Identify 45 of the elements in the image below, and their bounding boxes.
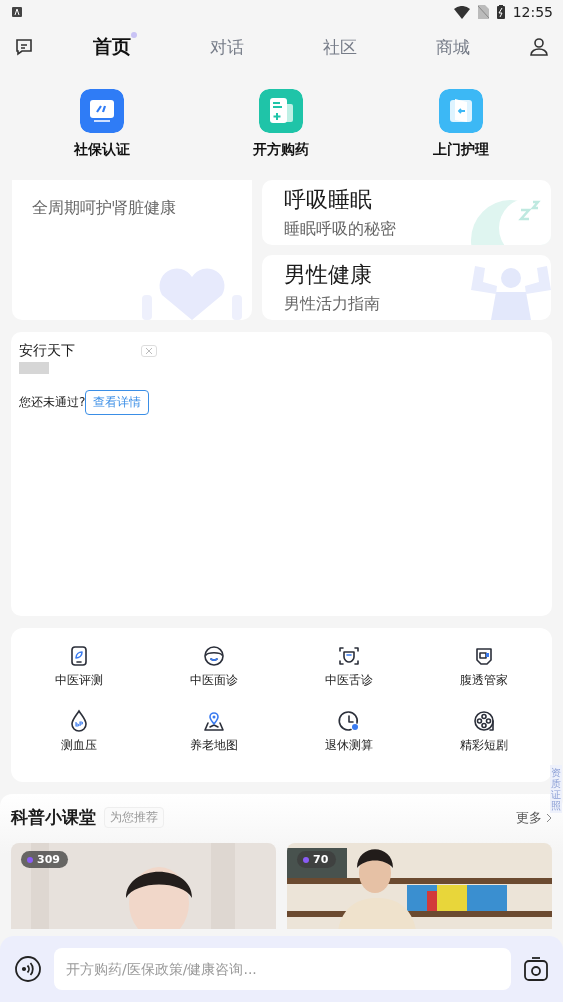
battery-icon bbox=[496, 5, 505, 19]
nav-tab[interactable]: 首页 bbox=[87, 30, 138, 64]
nav-tab[interactable]: 社区 bbox=[316, 30, 363, 64]
no-sim-icon bbox=[477, 5, 489, 19]
ad-mark-icon bbox=[19, 362, 49, 374]
service-button[interactable]: 精彩短剧 bbox=[416, 709, 552, 774]
message-icon[interactable] bbox=[14, 37, 34, 57]
shortcut-button[interactable]: 开方购药 bbox=[221, 88, 342, 160]
view-count: 309 bbox=[21, 851, 68, 868]
card-title: 男性健康 bbox=[284, 261, 373, 289]
section-title: 科普小课堂 bbox=[11, 806, 96, 829]
ad-message: 您还未通过? bbox=[19, 394, 86, 411]
recommend-tag: 为您推荐 bbox=[104, 807, 164, 828]
shortcut-button[interactable]: 社保认证 bbox=[41, 88, 162, 160]
map-icon bbox=[201, 709, 226, 733]
scan-icon bbox=[337, 644, 362, 668]
card-subtitle: 男性活力指南 bbox=[284, 294, 381, 315]
search-field[interactable]: 开方购药/医保政策/健康咨询... bbox=[54, 948, 511, 990]
face-icon bbox=[201, 644, 226, 668]
nav-tab[interactable]: 商城 bbox=[429, 30, 476, 64]
reel-icon bbox=[472, 709, 497, 733]
voice-icon[interactable] bbox=[14, 955, 42, 983]
card-subtitle: 睡眠呼吸的秘密 bbox=[284, 219, 397, 240]
feature-card[interactable]: 呼吸睡眠 睡眠呼吸的秘密 bbox=[262, 180, 551, 245]
camera-icon[interactable] bbox=[523, 956, 549, 982]
nav-tab[interactable]: 对话 bbox=[204, 30, 251, 64]
feature-card[interactable]: 男性健康 男性活力指南 bbox=[262, 255, 551, 320]
service-button[interactable]: 养老地图 bbox=[146, 709, 282, 774]
status-time: 12:55 bbox=[512, 4, 553, 20]
card-title: 呼吸睡眠 bbox=[284, 186, 373, 214]
service-button[interactable]: 中医面诊 bbox=[146, 644, 282, 709]
card-subtitle: 全周期呵护肾脏健康 bbox=[32, 198, 177, 219]
service-button[interactable]: 测血压 bbox=[11, 709, 147, 774]
notification-icon bbox=[12, 7, 22, 17]
service-button[interactable]: 退休测算 bbox=[281, 709, 417, 774]
wifi-icon bbox=[453, 5, 470, 19]
shortcut-button[interactable]: 上门护理 bbox=[401, 88, 522, 160]
service-button[interactable]: 中医舌诊 bbox=[281, 644, 417, 709]
service-button[interactable]: 腹透管家 bbox=[416, 644, 552, 709]
service-button[interactable]: 中医评测 bbox=[11, 644, 147, 709]
feature-card[interactable]: 全周期呵护肾脏健康 bbox=[12, 180, 252, 320]
details-button[interactable]: 查看详情 bbox=[85, 390, 150, 415]
view-count: 70 bbox=[297, 851, 337, 868]
profile-icon[interactable] bbox=[529, 37, 549, 57]
ad-title: 安行天下 bbox=[19, 342, 75, 360]
